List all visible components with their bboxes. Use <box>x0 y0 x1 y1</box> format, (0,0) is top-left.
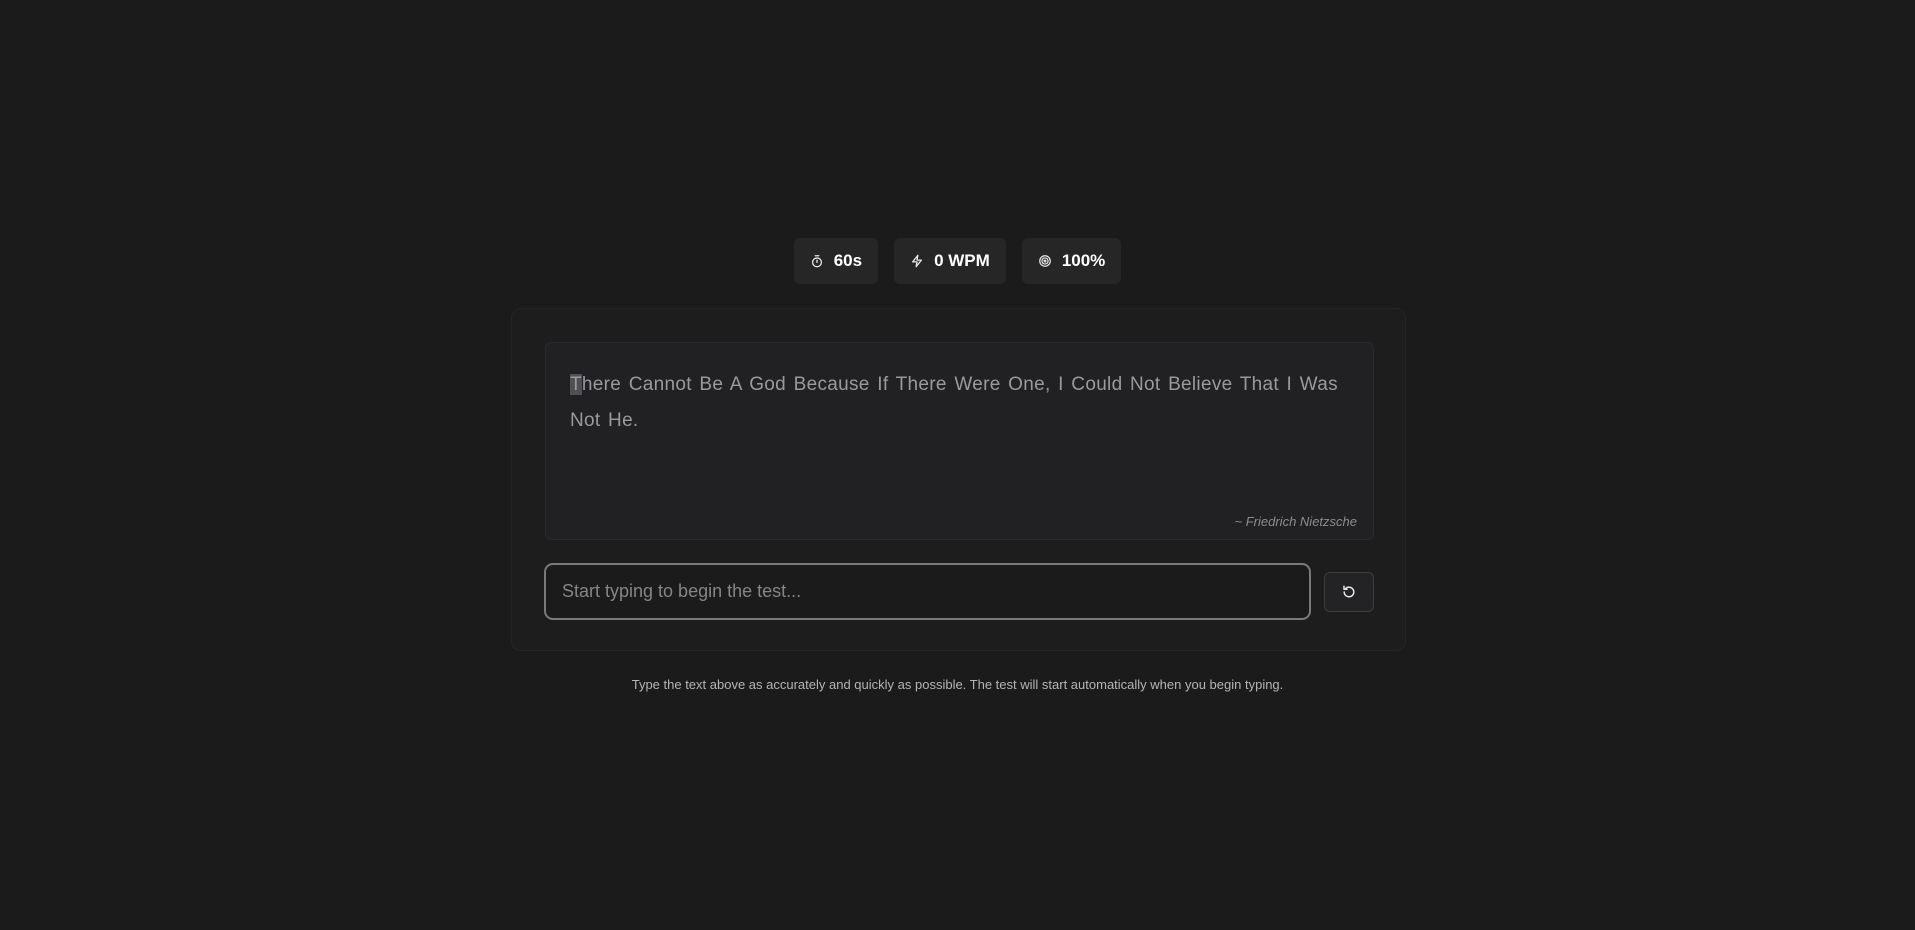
refresh-icon <box>1341 584 1357 600</box>
timer-icon <box>810 254 824 268</box>
quote-text: There Cannot Be A God Because If There W… <box>570 367 1349 439</box>
quote-author: ~ Friedrich Nietzsche <box>1234 514 1357 529</box>
accuracy-value: 100% <box>1061 251 1106 270</box>
instructions-text: Type the text above as accurately and qu… <box>631 677 1284 692</box>
timer-value: 60s <box>833 251 863 270</box>
current-character: T <box>570 374 582 395</box>
quote-remaining-text: here Cannot Be A God Because If There We… <box>570 374 1338 431</box>
quote-display: There Cannot Be A God Because If There W… <box>545 342 1374 540</box>
reset-button[interactable] <box>1324 572 1374 612</box>
target-icon <box>1038 254 1052 268</box>
timer-stat: 60s <box>793 238 879 284</box>
lightning-icon <box>910 254 924 268</box>
typing-input[interactable] <box>544 563 1311 620</box>
typing-test-card: There Cannot Be A God Because If There W… <box>511 308 1406 651</box>
wpm-value: 0 WPM <box>934 251 990 270</box>
wpm-stat: 0 WPM <box>894 238 1006 284</box>
stats-bar: 60s 0 WPM 100% <box>0 238 1915 284</box>
accuracy-stat: 100% <box>1021 238 1122 284</box>
